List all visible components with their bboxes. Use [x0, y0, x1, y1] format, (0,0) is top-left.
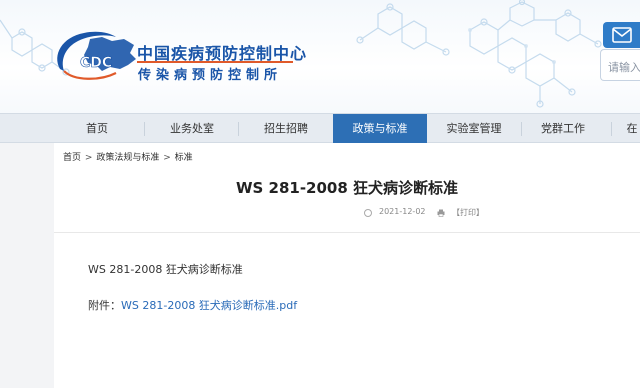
attachment-label: 附件： — [88, 299, 121, 312]
search-input[interactable]: 请输入关 — [600, 49, 640, 81]
nav-item-departments[interactable]: 业务处室 — [145, 114, 239, 143]
printer-icon[interactable] — [437, 209, 445, 217]
nav-item-party-work[interactable]: 党群工作 — [516, 114, 610, 143]
page: CDC 中国疾病预防控制中心 传染病预防控制所 请输入关 首页 业务处室 招生招… — [0, 0, 640, 388]
logo-underline — [137, 61, 293, 63]
nav-item-recruitment[interactable]: 招生招聘 — [239, 114, 333, 143]
breadcrumb-policy[interactable]: 政策法规与标准 — [96, 153, 159, 163]
logo-text: CDC — [80, 55, 112, 71]
attachment-row: 附件：WS 281-2008 狂犬病诊断标准.pdf — [88, 297, 297, 313]
main-nav: 首页 业务处室 招生招聘 政策与标准 实验室管理 党群工作 在 — [0, 113, 640, 143]
nav-item-more[interactable]: 在 — [612, 114, 640, 143]
mail-button[interactable] — [603, 22, 640, 48]
clock-icon — [364, 209, 372, 217]
article-title: WS 281-2008 狂犬病诊断标准 — [235, 179, 459, 197]
attachment-link[interactable]: WS 281-2008 狂犬病诊断标准.pdf — [121, 299, 297, 312]
site-header: CDC 中国疾病预防控制中心 传染病预防控制所 请输入关 — [0, 0, 640, 113]
breadcrumb: 首页 > 政策法规与标准 > 标准 — [63, 150, 193, 163]
print-link[interactable]: 【打印】 — [452, 207, 484, 218]
nav-item-policy-standards[interactable]: 政策与标准 — [333, 114, 427, 143]
article-body: WS 281-2008 狂犬病诊断标准 — [88, 263, 243, 276]
cdc-logo[interactable]: CDC — [50, 25, 142, 85]
breadcrumb-standards[interactable]: 标准 — [175, 153, 193, 163]
article-date: 2021-12-02 — [379, 207, 426, 216]
breadcrumb-home[interactable]: 首页 — [63, 153, 81, 163]
org-subname: 传染病预防控制所 — [138, 68, 283, 83]
nav-item-home[interactable]: 首页 — [50, 114, 144, 143]
envelope-icon — [612, 27, 632, 43]
nav-item-lab-management[interactable]: 实验室管理 — [427, 114, 521, 143]
title-divider — [54, 232, 640, 233]
breadcrumb-separator: > — [163, 153, 171, 163]
breadcrumb-separator: > — [84, 153, 93, 163]
